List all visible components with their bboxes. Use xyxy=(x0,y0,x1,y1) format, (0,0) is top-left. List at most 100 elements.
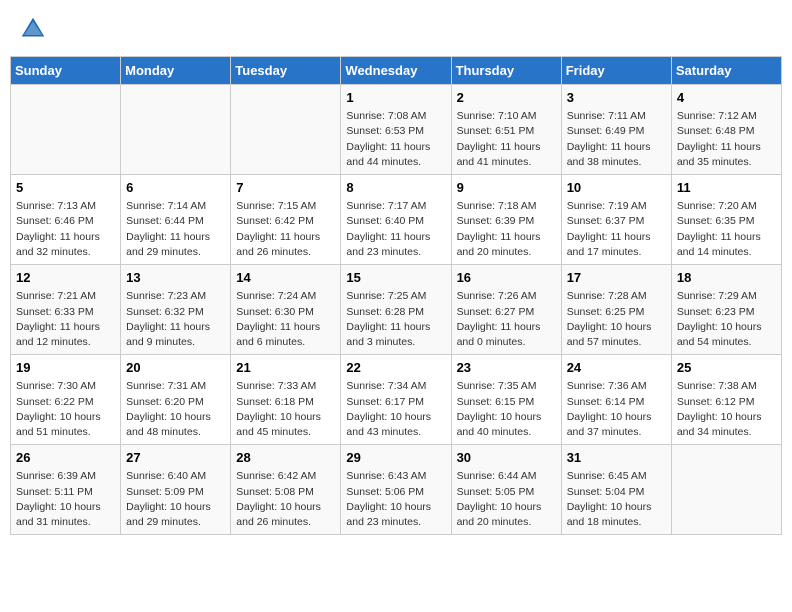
day-number: 16 xyxy=(457,269,556,287)
day-number: 30 xyxy=(457,449,556,467)
logo xyxy=(18,14,50,44)
day-number: 29 xyxy=(346,449,445,467)
calendar-cell: 1 Sunrise: 7:08 AMSunset: 6:53 PMDaylight… xyxy=(341,85,451,175)
day-number: 3 xyxy=(567,89,666,107)
page-header xyxy=(10,10,782,48)
day-info: Sunrise: 7:20 AMSunset: 6:35 PMDaylight:… xyxy=(677,199,776,260)
day-number: 6 xyxy=(126,179,225,197)
header-monday: Monday xyxy=(121,57,231,85)
day-info: Sunrise: 7:23 AMSunset: 6:32 PMDaylight:… xyxy=(126,289,225,350)
day-number: 12 xyxy=(16,269,115,287)
calendar-cell xyxy=(11,85,121,175)
day-info: Sunrise: 6:44 AMSunset: 5:05 PMDaylight:… xyxy=(457,469,556,530)
day-info: Sunrise: 7:38 AMSunset: 6:12 PMDaylight:… xyxy=(677,379,776,440)
calendar-cell: 14Sunrise: 7:24 AMSunset: 6:30 PMDayligh… xyxy=(231,265,341,355)
calendar-week-row: 1 Sunrise: 7:08 AMSunset: 6:53 PMDaylight… xyxy=(11,85,782,175)
calendar-cell: 8 Sunrise: 7:17 AMSunset: 6:40 PMDaylight… xyxy=(341,175,451,265)
calendar-cell: 27 Sunrise: 6:40 AMSunset: 5:09 PMDayligh… xyxy=(121,445,231,535)
day-info: Sunrise: 7:28 AMSunset: 6:25 PMDaylight:… xyxy=(567,289,666,350)
calendar-cell: 7 Sunrise: 7:15 AMSunset: 6:42 PMDaylight… xyxy=(231,175,341,265)
calendar-cell: 4 Sunrise: 7:12 AMSunset: 6:48 PMDaylight… xyxy=(671,85,781,175)
day-number: 1 xyxy=(346,89,445,107)
calendar-week-row: 5 Sunrise: 7:13 AMSunset: 6:46 PMDaylight… xyxy=(11,175,782,265)
calendar-cell xyxy=(121,85,231,175)
day-info: Sunrise: 7:26 AMSunset: 6:27 PMDaylight:… xyxy=(457,289,556,350)
day-number: 24 xyxy=(567,359,666,377)
day-info: Sunrise: 7:08 AMSunset: 6:53 PMDaylight:… xyxy=(346,109,445,170)
day-number: 25 xyxy=(677,359,776,377)
calendar-cell: 9Sunrise: 7:18 AMSunset: 6:39 PMDaylight… xyxy=(451,175,561,265)
calendar-cell: 17 Sunrise: 7:28 AMSunset: 6:25 PMDayligh… xyxy=(561,265,671,355)
calendar-week-row: 12Sunrise: 7:21 AMSunset: 6:33 PMDayligh… xyxy=(11,265,782,355)
day-info: Sunrise: 7:17 AMSunset: 6:40 PMDaylight:… xyxy=(346,199,445,260)
day-number: 22 xyxy=(346,359,445,377)
calendar-cell: 21 Sunrise: 7:33 AMSunset: 6:18 PMDayligh… xyxy=(231,355,341,445)
day-info: Sunrise: 7:10 AMSunset: 6:51 PMDaylight:… xyxy=(457,109,556,170)
day-info: Sunrise: 7:13 AMSunset: 6:46 PMDaylight:… xyxy=(16,199,115,260)
day-info: Sunrise: 7:19 AMSunset: 6:37 PMDaylight:… xyxy=(567,199,666,260)
day-number: 21 xyxy=(236,359,335,377)
day-info: Sunrise: 7:12 AMSunset: 6:48 PMDaylight:… xyxy=(677,109,776,170)
calendar-cell: 22 Sunrise: 7:34 AMSunset: 6:17 PMDayligh… xyxy=(341,355,451,445)
day-info: Sunrise: 6:39 AMSunset: 5:11 PMDaylight:… xyxy=(16,469,115,530)
calendar-week-row: 26 Sunrise: 6:39 AMSunset: 5:11 PMDayligh… xyxy=(11,445,782,535)
day-number: 20 xyxy=(126,359,225,377)
calendar-cell: 16 Sunrise: 7:26 AMSunset: 6:27 PMDayligh… xyxy=(451,265,561,355)
calendar-cell: 20 Sunrise: 7:31 AMSunset: 6:20 PMDayligh… xyxy=(121,355,231,445)
calendar-cell: 6 Sunrise: 7:14 AMSunset: 6:44 PMDaylight… xyxy=(121,175,231,265)
day-info: Sunrise: 7:15 AMSunset: 6:42 PMDaylight:… xyxy=(236,199,335,260)
calendar-cell: 30 Sunrise: 6:44 AMSunset: 5:05 PMDayligh… xyxy=(451,445,561,535)
calendar-week-row: 19 Sunrise: 7:30 AMSunset: 6:22 PMDayligh… xyxy=(11,355,782,445)
day-info: Sunrise: 6:45 AMSunset: 5:04 PMDaylight:… xyxy=(567,469,666,530)
calendar-header-row: SundayMondayTuesdayWednesdayThursdayFrid… xyxy=(11,57,782,85)
header-sunday: Sunday xyxy=(11,57,121,85)
day-info: Sunrise: 7:36 AMSunset: 6:14 PMDaylight:… xyxy=(567,379,666,440)
day-number: 19 xyxy=(16,359,115,377)
day-number: 23 xyxy=(457,359,556,377)
day-number: 4 xyxy=(677,89,776,107)
day-info: Sunrise: 7:34 AMSunset: 6:17 PMDaylight:… xyxy=(346,379,445,440)
header-friday: Friday xyxy=(561,57,671,85)
calendar-cell: 24 Sunrise: 7:36 AMSunset: 6:14 PMDayligh… xyxy=(561,355,671,445)
day-number: 11 xyxy=(677,179,776,197)
day-number: 13 xyxy=(126,269,225,287)
calendar-cell: 13 Sunrise: 7:23 AMSunset: 6:32 PMDayligh… xyxy=(121,265,231,355)
day-number: 31 xyxy=(567,449,666,467)
calendar-cell: 23 Sunrise: 7:35 AMSunset: 6:15 PMDayligh… xyxy=(451,355,561,445)
day-info: Sunrise: 7:35 AMSunset: 6:15 PMDaylight:… xyxy=(457,379,556,440)
calendar-table: SundayMondayTuesdayWednesdayThursdayFrid… xyxy=(10,56,782,535)
calendar-cell: 11 Sunrise: 7:20 AMSunset: 6:35 PMDayligh… xyxy=(671,175,781,265)
calendar-cell: 12Sunrise: 7:21 AMSunset: 6:33 PMDayligh… xyxy=(11,265,121,355)
logo-icon xyxy=(18,14,48,44)
day-number: 27 xyxy=(126,449,225,467)
day-info: Sunrise: 7:14 AMSunset: 6:44 PMDaylight:… xyxy=(126,199,225,260)
calendar-cell: 5 Sunrise: 7:13 AMSunset: 6:46 PMDaylight… xyxy=(11,175,121,265)
calendar-cell: 3Sunrise: 7:11 AMSunset: 6:49 PMDaylight… xyxy=(561,85,671,175)
day-number: 17 xyxy=(567,269,666,287)
day-number: 15 xyxy=(346,269,445,287)
calendar-cell: 25 Sunrise: 7:38 AMSunset: 6:12 PMDayligh… xyxy=(671,355,781,445)
day-info: Sunrise: 7:29 AMSunset: 6:23 PMDaylight:… xyxy=(677,289,776,350)
day-info: Sunrise: 7:18 AMSunset: 6:39 PMDaylight:… xyxy=(457,199,556,260)
day-info: Sunrise: 6:43 AMSunset: 5:06 PMDaylight:… xyxy=(346,469,445,530)
calendar-cell: 28 Sunrise: 6:42 AMSunset: 5:08 PMDayligh… xyxy=(231,445,341,535)
calendar-cell: 26 Sunrise: 6:39 AMSunset: 5:11 PMDayligh… xyxy=(11,445,121,535)
day-info: Sunrise: 7:31 AMSunset: 6:20 PMDaylight:… xyxy=(126,379,225,440)
calendar-cell: 31 Sunrise: 6:45 AMSunset: 5:04 PMDayligh… xyxy=(561,445,671,535)
calendar-cell: 10Sunrise: 7:19 AMSunset: 6:37 PMDayligh… xyxy=(561,175,671,265)
calendar-cell: 18 Sunrise: 7:29 AMSunset: 6:23 PMDayligh… xyxy=(671,265,781,355)
day-info: Sunrise: 7:30 AMSunset: 6:22 PMDaylight:… xyxy=(16,379,115,440)
calendar-cell xyxy=(231,85,341,175)
day-number: 7 xyxy=(236,179,335,197)
day-number: 28 xyxy=(236,449,335,467)
day-number: 18 xyxy=(677,269,776,287)
header-wednesday: Wednesday xyxy=(341,57,451,85)
day-info: Sunrise: 6:42 AMSunset: 5:08 PMDaylight:… xyxy=(236,469,335,530)
header-saturday: Saturday xyxy=(671,57,781,85)
day-info: Sunrise: 7:24 AMSunset: 6:30 PMDaylight:… xyxy=(236,289,335,350)
day-number: 5 xyxy=(16,179,115,197)
day-info: Sunrise: 6:40 AMSunset: 5:09 PMDaylight:… xyxy=(126,469,225,530)
day-number: 8 xyxy=(346,179,445,197)
day-number: 26 xyxy=(16,449,115,467)
day-info: Sunrise: 7:33 AMSunset: 6:18 PMDaylight:… xyxy=(236,379,335,440)
